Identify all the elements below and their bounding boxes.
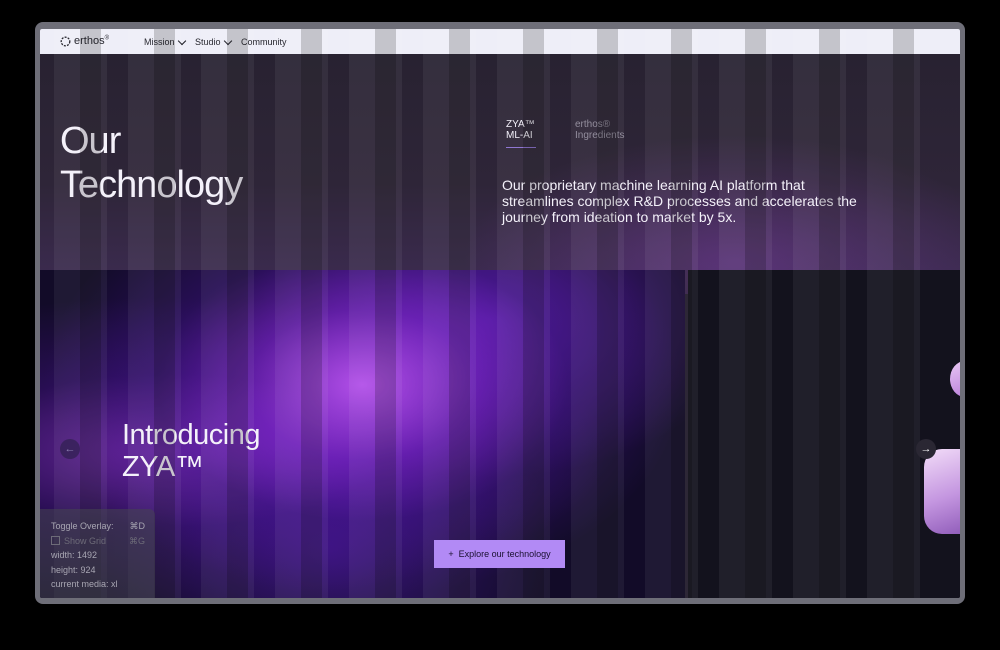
logo-ring-icon (60, 36, 71, 46)
debug-overlay-panel: Toggle Overlay: ⌘D Show Grid ⌘G width: 1… (40, 509, 155, 598)
carousel-prev-button[interactable]: ← (60, 439, 80, 459)
nav-item-label: Studio (195, 37, 221, 47)
media-breakpoint: current media: xl (51, 579, 118, 589)
overlay-shortcut: ⌘D (129, 521, 146, 531)
nav-item-community[interactable]: Community (241, 37, 287, 47)
arrow-right-icon: → (920, 443, 932, 455)
arrow-left-icon: ← (64, 443, 76, 455)
crystal-shape-large (924, 449, 960, 534)
tab-label: erthos® (575, 119, 611, 130)
show-grid-toggle: Show Grid (51, 534, 106, 549)
toggle-overlay-row[interactable]: Toggle Overlay: ⌘D (51, 519, 145, 534)
cta-label: Explore our technology (458, 549, 551, 559)
hero-description: Our proprietary machine learning AI plat… (502, 177, 857, 225)
nav-item-studio[interactable]: Studio (195, 36, 232, 47)
plus-icon: + (448, 549, 454, 559)
next-slide-panel[interactable] (688, 270, 960, 598)
slide-title: Introducing ZYA™ (122, 419, 261, 483)
chevron-down-icon (177, 36, 186, 45)
tab-zya-ml-ai[interactable]: ZYA™ ML-AI (506, 119, 536, 148)
title-line: Our (60, 120, 121, 162)
overlay-label: Toggle Overlay: (51, 521, 114, 531)
nav-item-label: Community (241, 37, 287, 47)
top-navbar: erthos® Mission Studio Community (40, 29, 960, 54)
grid-shortcut: ⌘G (128, 535, 145, 546)
logo[interactable]: erthos® (60, 35, 109, 47)
tab-label: Ingredients (575, 130, 625, 141)
chevron-down-icon (223, 36, 232, 45)
slide-title-line: Introducing (122, 419, 261, 451)
explore-technology-button[interactable]: + Explore our technology (434, 540, 565, 568)
grid-label: Show Grid (64, 535, 107, 546)
slide-title-line: ZYA™ (122, 451, 204, 483)
nav-item-label: Mission (144, 37, 175, 47)
nav-item-mission[interactable]: Mission (144, 36, 186, 47)
checkbox-icon[interactable] (51, 535, 60, 545)
title-line: Technology (60, 164, 243, 206)
tab-label: ZYA™ (506, 119, 535, 130)
browser-viewport: erthos® Mission Studio Community Our Tec… (40, 29, 960, 598)
show-grid-row[interactable]: Show Grid ⌘G (51, 534, 145, 549)
tab-erthos-ingredients[interactable]: erthos® Ingredients (575, 119, 624, 141)
viewport-height: height: 924 (51, 564, 96, 575)
carousel-next-button[interactable]: → (916, 439, 936, 459)
logo-text: erthos® (74, 35, 109, 47)
viewport-width: width: 1492 (51, 550, 98, 560)
tab-label: ML-AI (506, 130, 533, 141)
page-title: Our Technology (60, 119, 243, 207)
